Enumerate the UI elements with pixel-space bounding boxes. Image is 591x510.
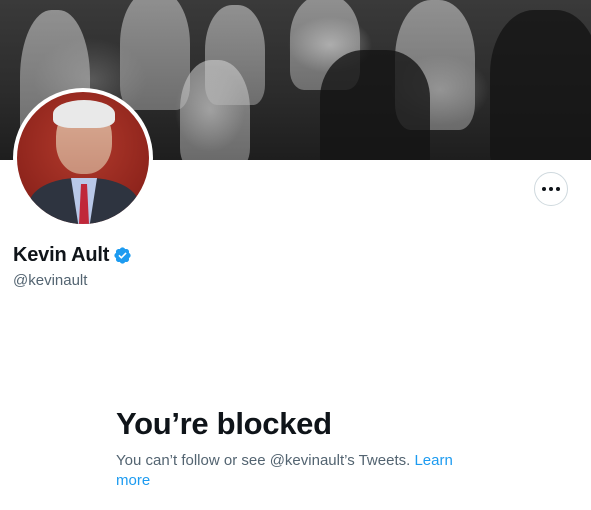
verified-badge-icon (114, 247, 131, 264)
profile-avatar[interactable] (13, 88, 153, 228)
profile-handle: @kevinault (13, 272, 88, 289)
avatar-image (17, 92, 149, 224)
banner-photo-region (180, 60, 250, 160)
banner-photo-region (490, 10, 591, 160)
banner-photo-region (120, 0, 190, 110)
more-options-button[interactable] (534, 172, 568, 206)
display-name: Kevin Ault (13, 244, 110, 266)
blocked-message: You can’t follow or see @kevinault’s Twe… (116, 452, 411, 469)
blocked-title: You’re blocked (116, 406, 332, 441)
blocked-description: You can’t follow or see @kevinault’s Twe… (116, 451, 476, 491)
profile-name-row: Kevin Ault (13, 244, 132, 267)
banner-photo-region (320, 50, 430, 160)
more-horizontal-icon (542, 187, 546, 191)
